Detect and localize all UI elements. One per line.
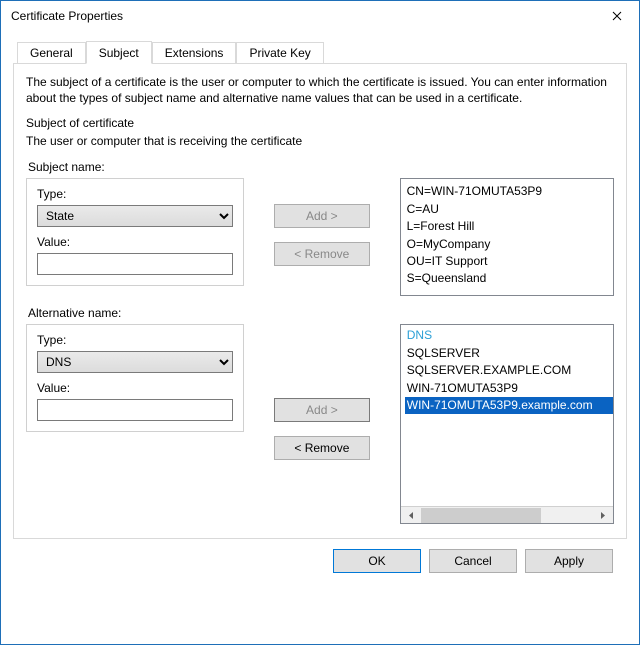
alt-name-row: Type: DNS Value: Add > < Remove DNS SQLS… — [26, 324, 614, 524]
tab-panel-subject: The subject of a certificate is the user… — [13, 63, 627, 539]
alt-add-button[interactable]: Add > — [274, 398, 370, 422]
alt-value-input[interactable] — [37, 399, 233, 421]
subject-type-select[interactable]: State — [37, 205, 233, 227]
subject-value-label: Value: — [37, 235, 233, 249]
alt-list[interactable]: DNS SQLSERVER SQLSERVER.EXAMPLE.COM WIN-… — [401, 325, 613, 506]
alt-type-label: Type: — [37, 333, 233, 347]
subject-list-item[interactable]: OU=IT Support — [407, 253, 607, 270]
cancel-button[interactable]: Cancel — [429, 549, 517, 573]
tab-subject[interactable]: Subject — [86, 41, 152, 64]
dialog-buttons: OK Cancel Apply — [13, 539, 627, 573]
alt-list-box: DNS SQLSERVER SQLSERVER.EXAMPLE.COM WIN-… — [400, 324, 614, 524]
alt-name-box: Type: DNS Value: — [26, 324, 244, 432]
alt-value-label: Value: — [37, 381, 233, 395]
alt-list-item[interactable]: WIN-71OMUTA53P9 — [405, 380, 613, 397]
panel-description: The subject of a certificate is the user… — [26, 74, 614, 106]
subject-value-input[interactable] — [37, 253, 233, 275]
tab-private-key[interactable]: Private Key — [236, 42, 323, 63]
alt-remove-button[interactable]: < Remove — [274, 436, 370, 460]
alt-list-item[interactable]: SQLSERVER — [405, 345, 613, 362]
ok-button[interactable]: OK — [333, 549, 421, 573]
subject-list-item[interactable]: L=Forest Hill — [407, 218, 607, 235]
window-title: Certificate Properties — [11, 9, 123, 23]
alt-list-item-selected[interactable]: WIN-71OMUTA53P9.example.com — [405, 397, 613, 414]
scroll-right-icon[interactable] — [594, 508, 611, 523]
subject-list-item[interactable]: O=MyCompany — [407, 236, 607, 253]
alt-horizontal-scrollbar[interactable] — [401, 506, 613, 523]
subject-name-label: Subject name: — [28, 160, 614, 174]
alt-buttons-col: Add > < Remove — [244, 324, 400, 460]
section-title: Subject of certificate — [26, 116, 614, 130]
section-subtitle: The user or computer that is receiving t… — [26, 134, 614, 148]
tab-general[interactable]: General — [17, 42, 86, 63]
scroll-track[interactable] — [421, 508, 593, 523]
subject-name-row: Type: State Value: Add > < Remove CN=WIN… — [26, 178, 614, 296]
subject-list[interactable]: CN=WIN-71OMUTA53P9 C=AU L=Forest Hill O=… — [400, 178, 614, 296]
scroll-left-icon[interactable] — [403, 508, 420, 523]
tab-extensions[interactable]: Extensions — [152, 42, 237, 63]
titlebar: Certificate Properties — [1, 1, 639, 31]
subject-name-box: Type: State Value: — [26, 178, 244, 286]
apply-button[interactable]: Apply — [525, 549, 613, 573]
alt-list-item[interactable]: SQLSERVER.EXAMPLE.COM — [405, 362, 613, 379]
subject-list-item[interactable]: CN=WIN-71OMUTA53P9 — [407, 183, 607, 200]
alt-name-label: Alternative name: — [28, 306, 614, 320]
close-button[interactable] — [594, 1, 639, 31]
subject-remove-button[interactable]: < Remove — [274, 242, 370, 266]
subject-type-label: Type: — [37, 187, 233, 201]
close-icon — [612, 11, 622, 21]
alt-list-header: DNS — [405, 327, 613, 344]
tabstrip: General Subject Extensions Private Key — [17, 39, 627, 63]
subject-list-item[interactable]: C=AU — [407, 201, 607, 218]
subject-buttons-col: Add > < Remove — [244, 178, 400, 266]
alt-type-select[interactable]: DNS — [37, 351, 233, 373]
scroll-thumb[interactable] — [421, 508, 541, 523]
subject-list-item[interactable]: S=Queensland — [407, 270, 607, 287]
subject-add-button[interactable]: Add > — [274, 204, 370, 228]
